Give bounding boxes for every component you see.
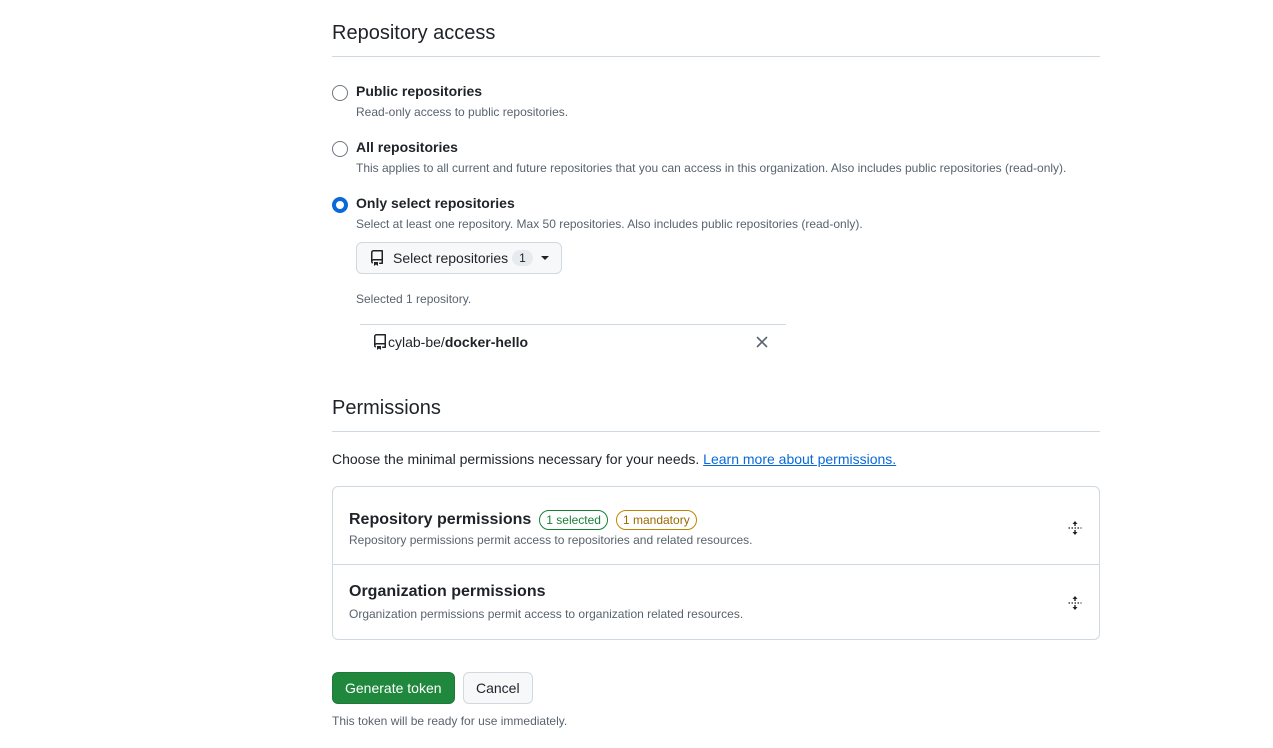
perm-description: Repository permissions permit access to …	[349, 533, 753, 547]
cancel-button[interactable]: Cancel	[463, 672, 533, 704]
perm-heading: Repository permissions 1 selected 1 mand…	[349, 510, 697, 530]
close-icon[interactable]	[754, 334, 770, 350]
triangle-down-icon	[540, 256, 549, 260]
mandatory-badge: 1 mandatory	[615, 510, 697, 530]
selected-repo-list: cylab-be/docker-hello	[360, 324, 786, 360]
selected-counter: 1	[512, 250, 533, 266]
radio-public-repositories[interactable]: Public repositories Read-only access to …	[332, 83, 1100, 123]
permissions-heading: Permissions	[332, 397, 1100, 432]
list-item: cylab-be/docker-hello	[372, 334, 528, 350]
permissions-intro: Choose the minimal permissions necessary…	[332, 451, 896, 467]
repository-access-heading: Repository access	[332, 22, 1100, 57]
radio-button[interactable]	[332, 141, 348, 157]
radio-description: Read-only access to public repositories.	[356, 105, 569, 119]
unfold-icon[interactable]	[1067, 595, 1083, 611]
perm-heading: Organization permissions	[349, 583, 545, 601]
select-repositories-button[interactable]: Select repositories 1	[356, 242, 562, 274]
permissions-intro-text: Choose the minimal permissions necessary…	[332, 451, 700, 467]
radio-all-repositories[interactable]: All repositories This applies to all cur…	[332, 139, 1100, 179]
selected-badge: 1 selected	[539, 510, 608, 530]
perm-name: Organization permissions	[349, 583, 546, 600]
perm-description: Organization permissions permit access t…	[349, 607, 744, 621]
radio-label: All repositories	[356, 139, 458, 155]
generate-token-button[interactable]: Generate token	[332, 672, 455, 704]
perm-name: Repository permissions	[349, 511, 532, 528]
repo-icon	[372, 334, 388, 350]
radio-button-selected[interactable]	[332, 197, 348, 213]
organization-permissions-row[interactable]: Organization permissions Organization pe…	[333, 564, 1099, 640]
permissions-box: Repository permissions 1 selected 1 mand…	[332, 486, 1100, 640]
repo-name: docker-hello	[444, 334, 529, 350]
radio-only-select-repositories[interactable]: Only select repositories Select at least…	[332, 195, 1100, 235]
radio-button[interactable]	[332, 85, 348, 101]
learn-more-link[interactable]: Learn more about permissions.	[703, 451, 896, 467]
repository-permissions-row[interactable]: Repository permissions 1 selected 1 mand…	[333, 487, 1099, 563]
selected-summary: Selected 1 repository.	[356, 292, 472, 306]
repo-icon	[369, 250, 385, 266]
token-ready-note: This token will be ready for use immedia…	[332, 714, 568, 728]
radio-description: Select at least one repository. Max 50 r…	[356, 217, 863, 231]
unfold-icon[interactable]	[1067, 520, 1083, 536]
select-repositories-label: Select repositories	[393, 250, 509, 266]
radio-description: This applies to all current and future r…	[356, 161, 1067, 175]
radio-label: Public repositories	[356, 83, 483, 99]
radio-label: Only select repositories	[356, 195, 515, 211]
repo-owner: cylab-be/	[388, 334, 445, 350]
